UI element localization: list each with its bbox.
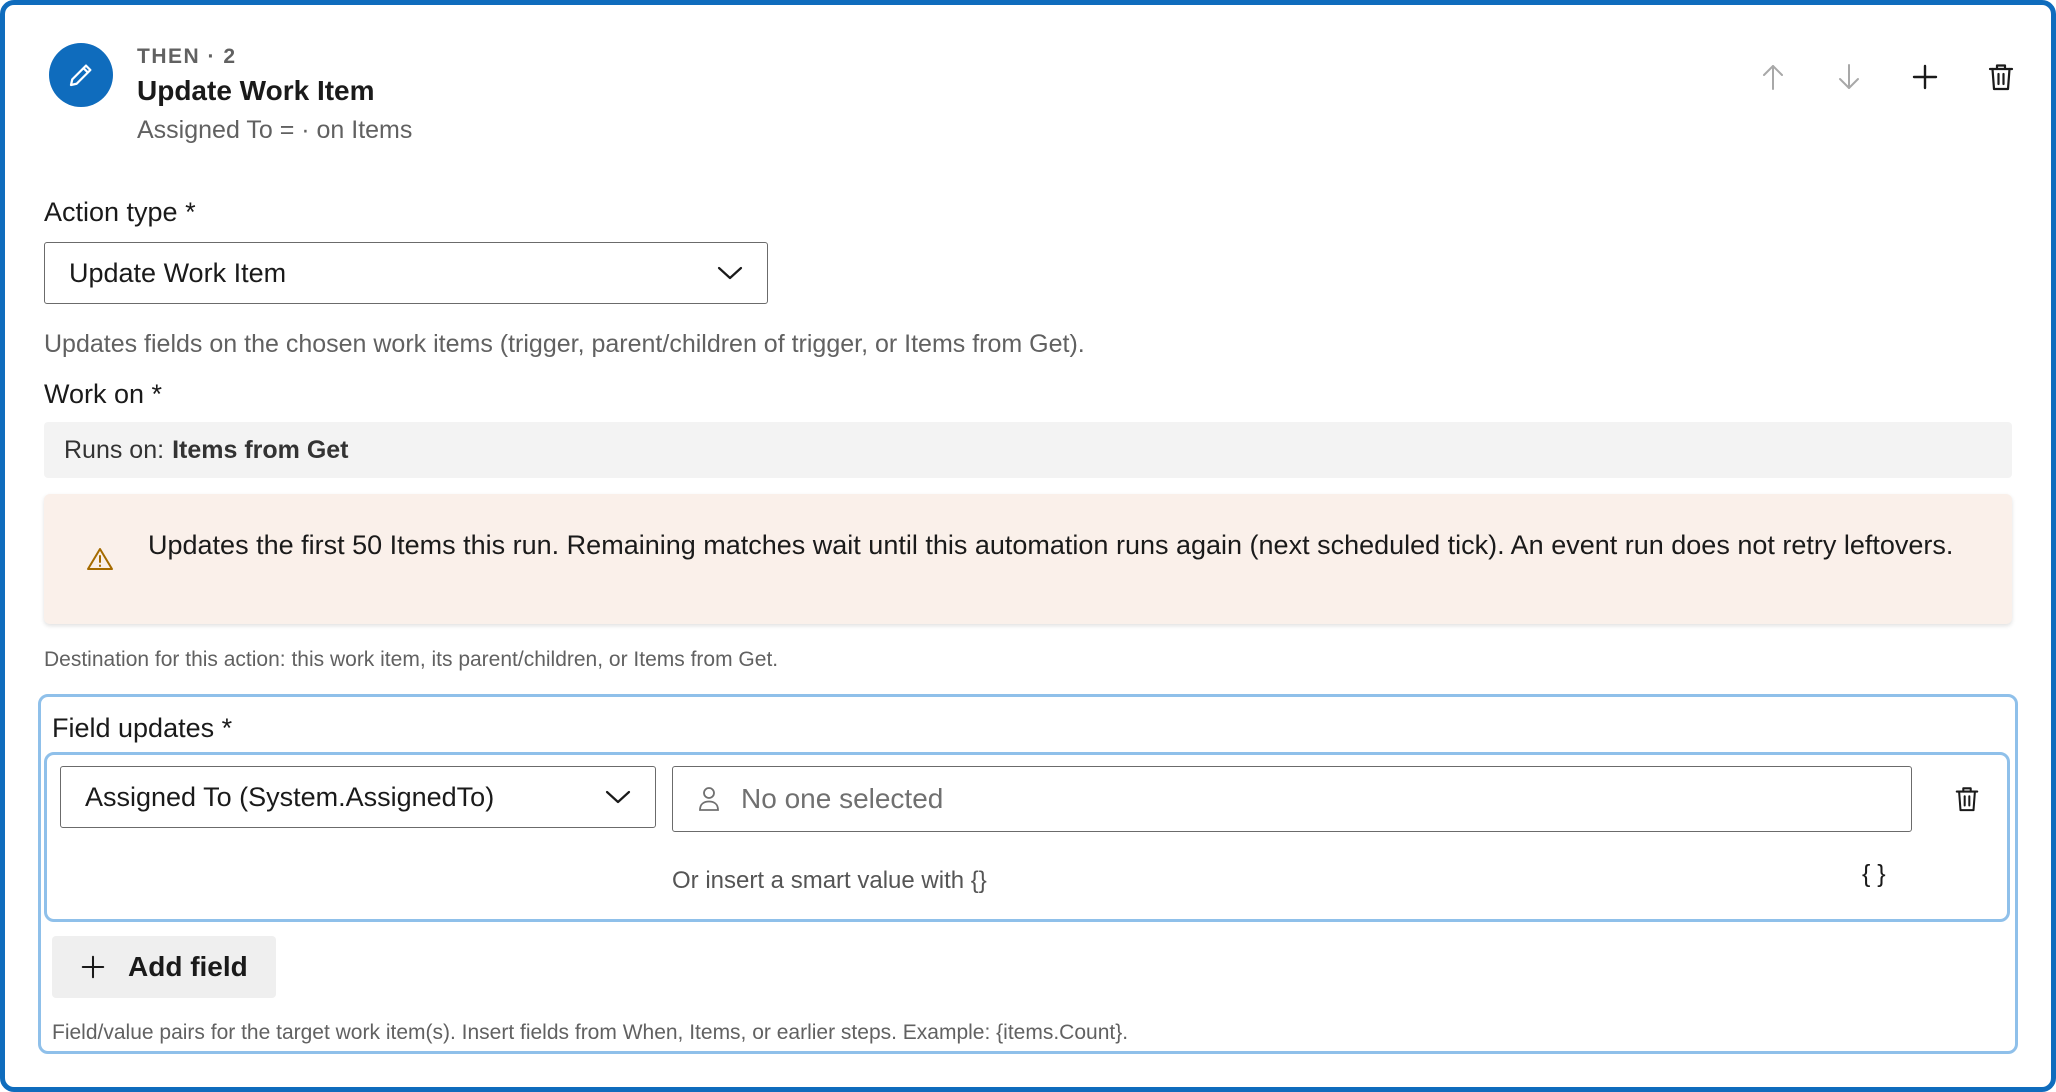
- warning-icon: [87, 548, 113, 570]
- chevron-down-icon: [717, 266, 743, 280]
- field-updates-label: Field updates *: [52, 713, 233, 743]
- add-field-button[interactable]: Add field: [52, 936, 276, 998]
- smart-value-hint: Or insert a smart value with {}: [672, 867, 987, 894]
- person-icon: [697, 785, 721, 813]
- plus-icon: [1912, 64, 1938, 90]
- add-field-label: Add field: [128, 951, 248, 982]
- warning-text: Updates the first 50 Items this run. Rem…: [148, 530, 1954, 560]
- step-summary: Assigned To = · on Items: [137, 116, 413, 144]
- action-type-dropdown[interactable]: Update Work Item: [44, 242, 768, 304]
- chevron-down-icon: [605, 790, 631, 804]
- work-on-label: Work on *: [44, 379, 163, 409]
- runs-on-value: Items from Get: [172, 435, 349, 464]
- warning-message-bar: Updates the first 50 Items this run. Rem…: [44, 494, 2012, 624]
- field-picker-selected: Assigned To (System.AssignedTo): [85, 781, 495, 812]
- step-toolbar: [1735, 57, 2039, 97]
- action-step-card: THEN · 2 Update Work Item Assigned To = …: [0, 0, 2056, 1092]
- delete-step-button[interactable]: [1963, 57, 2039, 97]
- arrow-up-icon: [1763, 65, 1783, 90]
- trash-icon: [1955, 787, 1979, 812]
- trash-icon: [1988, 64, 2014, 91]
- runs-on-box: Runs on: Items from Get: [44, 422, 2012, 478]
- assignee-people-picker[interactable]: No one selected: [672, 766, 1912, 832]
- arrow-down-icon: [1839, 64, 1859, 89]
- move-up-button[interactable]: [1735, 57, 1811, 97]
- add-step-button[interactable]: [1887, 57, 1963, 97]
- action-type-label: Action type *: [44, 197, 196, 227]
- work-on-hint: Destination for this action: this work i…: [44, 648, 779, 671]
- edit-step-icon: [49, 43, 113, 107]
- move-down-button[interactable]: [1811, 57, 1887, 97]
- step-title: Update Work Item: [137, 75, 375, 106]
- field-picker-dropdown[interactable]: Assigned To (System.AssignedTo): [60, 766, 656, 828]
- assignee-placeholder: No one selected: [741, 783, 944, 814]
- action-type-selected: Update Work Item: [69, 257, 287, 288]
- delete-field-row-button[interactable]: [1945, 777, 1989, 821]
- insert-smart-value-button[interactable]: { }: [1862, 860, 1886, 889]
- action-type-hint: Updates fields on the chosen work items …: [44, 330, 1085, 358]
- plus-icon: [80, 954, 106, 980]
- runs-on-prefix: Runs on:: [64, 435, 165, 464]
- step-eyebrow: THEN · 2: [137, 45, 237, 68]
- field-updates-hint: Field/value pairs for the target work it…: [52, 1021, 1129, 1044]
